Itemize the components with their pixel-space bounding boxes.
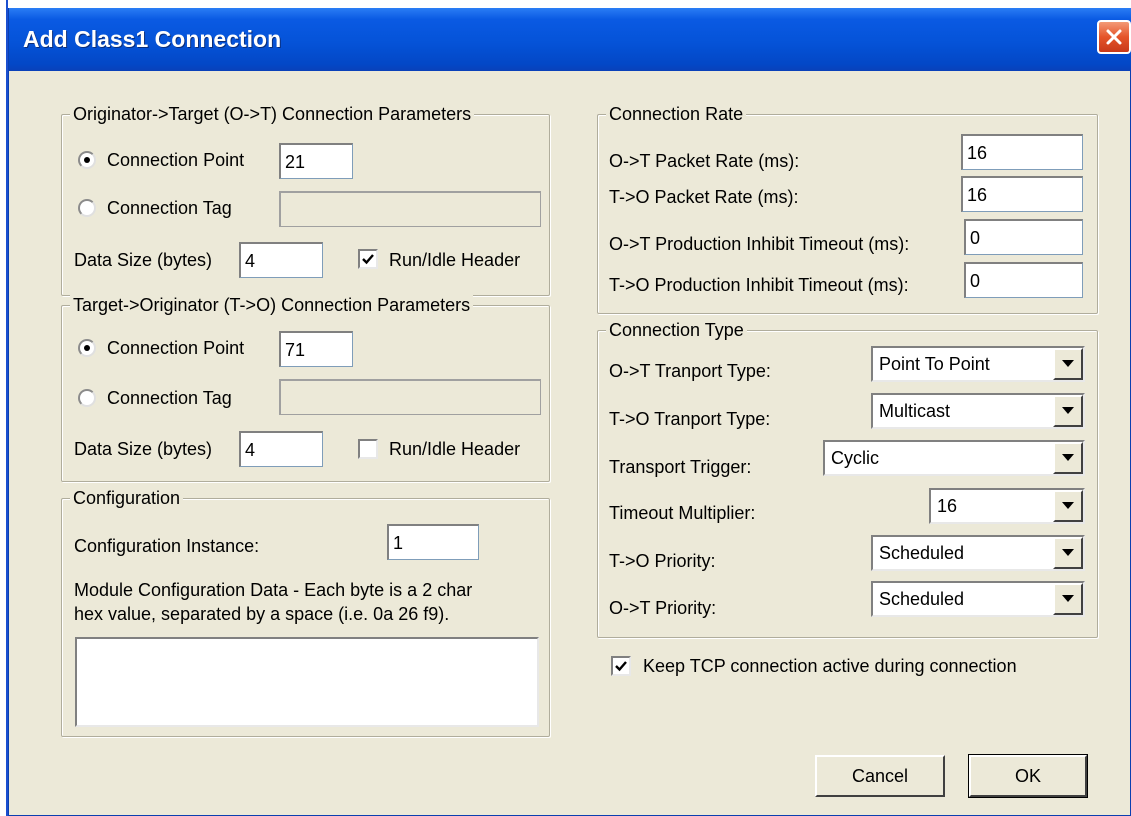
ot-connection-point-radio[interactable]: [78, 151, 96, 169]
ot-transport-type-select[interactable]: Point To Point: [871, 346, 1085, 382]
config-instance-input[interactable]: 1: [387, 524, 479, 560]
title-bar[interactable]: Add Class1 Connection: [9, 8, 1131, 71]
to-connection-point-input[interactable]: 71: [279, 331, 353, 367]
timeout-multiplier-select[interactable]: 16: [929, 488, 1085, 524]
to-packet-rate-label: T->O Packet Rate (ms):: [609, 187, 799, 207]
to-data-size-label: Data Size (bytes): [74, 439, 213, 459]
ot-inhibit-timeout-label: O->T Production Inhibit Timeout (ms):: [609, 234, 910, 254]
ot-priority-label: O->T Priority:: [609, 598, 717, 618]
chevron-down-icon: [1062, 502, 1074, 509]
close-icon: [1106, 29, 1122, 45]
to-run-idle-label: Run/Idle Header: [389, 439, 521, 459]
to-transport-type-value: Multicast: [879, 401, 951, 421]
chevron-down-icon: [1062, 360, 1074, 367]
to-transport-type-select[interactable]: Multicast: [871, 393, 1085, 429]
timeout-multiplier-label: Timeout Multiplier:: [609, 503, 756, 523]
ot-priority-select[interactable]: Scheduled: [871, 581, 1085, 617]
chevron-down-icon: [1062, 454, 1074, 461]
config-data-textarea[interactable]: [75, 637, 539, 727]
to-priority-label: T->O Priority:: [609, 551, 716, 571]
checkmark-icon: [615, 661, 627, 672]
dialog-window: Add Class1 Connection Originator->Target…: [8, 8, 1131, 816]
config-data-label-line1: Module Configuration Data - Each byte is…: [74, 580, 473, 600]
keep-tcp-label: Keep TCP connection active during connec…: [643, 656, 1017, 676]
to-connection-tag-label: Connection Tag: [107, 388, 232, 408]
timeout-multiplier-value: 16: [937, 496, 958, 516]
to-connection-tag-radio[interactable]: [78, 389, 96, 407]
to-packet-rate-input[interactable]: 16: [961, 176, 1083, 212]
cancel-button[interactable]: Cancel: [815, 755, 945, 797]
config-data-label-line2: hex value, separated by a space (i.e. 0a…: [74, 604, 450, 624]
ok-button[interactable]: OK: [968, 754, 1088, 798]
to-transport-type-label: T->O Tranport Type:: [609, 409, 771, 429]
ot-transport-type-dropdown-button[interactable]: [1053, 348, 1083, 380]
ot-connection-tag-radio[interactable]: [78, 199, 96, 217]
ot-packet-rate-label: O->T Packet Rate (ms):: [609, 151, 800, 171]
transport-trigger-select[interactable]: Cyclic: [823, 440, 1085, 476]
chevron-down-icon: [1062, 595, 1074, 602]
connection-type-legend: Connection Type: [606, 319, 747, 341]
ot-run-idle-checkbox[interactable]: [358, 249, 378, 269]
transport-trigger-dropdown-button[interactable]: [1053, 442, 1083, 474]
ot-connection-point-input[interactable]: 21: [279, 143, 353, 179]
to-data-size-input[interactable]: 4: [239, 431, 323, 467]
ot-packet-rate-input[interactable]: 16: [961, 134, 1083, 170]
transport-trigger-value: Cyclic: [831, 448, 879, 468]
ot-priority-dropdown-button[interactable]: [1053, 583, 1083, 615]
to-connection-point-label: Connection Point: [107, 338, 245, 358]
to-priority-value: Scheduled: [879, 543, 965, 563]
close-button[interactable]: [1097, 20, 1131, 54]
ot-priority-value: Scheduled: [879, 589, 965, 609]
ot-connection-point-label: Connection Point: [107, 150, 245, 170]
to-priority-select[interactable]: Scheduled: [871, 535, 1085, 571]
ot-transport-type-value: Point To Point: [879, 354, 990, 374]
ot-transport-type-label: O->T Tranport Type:: [609, 361, 771, 381]
to-connection-tag-input[interactable]: [279, 379, 541, 415]
to-transport-type-dropdown-button[interactable]: [1053, 395, 1083, 427]
transport-trigger-label: Transport Trigger:: [609, 457, 752, 477]
keep-tcp-checkbox[interactable]: [611, 656, 631, 676]
chevron-down-icon: [1062, 407, 1074, 414]
to-connection-point-radio[interactable]: [78, 339, 96, 357]
ot-data-size-label: Data Size (bytes): [74, 250, 213, 270]
ot-params-legend: Originator->Target (O->T) Connection Par…: [70, 103, 475, 125]
ot-data-size-input[interactable]: 4: [239, 242, 323, 278]
connection-rate-legend: Connection Rate: [606, 103, 747, 125]
to-params-legend: Target->Originator (T->O) Connection Par…: [70, 294, 474, 316]
to-inhibit-timeout-input[interactable]: 0: [964, 262, 1083, 298]
ot-run-idle-label: Run/Idle Header: [389, 250, 521, 270]
config-instance-label: Configuration Instance:: [74, 536, 260, 556]
radio-dot: [84, 345, 90, 351]
radio-dot: [84, 157, 90, 163]
ot-connection-tag-input[interactable]: [279, 191, 541, 227]
ot-inhibit-timeout-input[interactable]: 0: [964, 219, 1083, 255]
ot-connection-tag-label: Connection Tag: [107, 198, 232, 218]
configuration-legend: Configuration: [70, 487, 184, 509]
timeout-multiplier-dropdown-button[interactable]: [1053, 490, 1083, 522]
dialog-title: Add Class1 Connection: [23, 26, 282, 52]
checkmark-icon: [362, 254, 374, 265]
chevron-down-icon: [1062, 549, 1074, 556]
left-window-edge: [0, 0, 8, 816]
to-priority-dropdown-button[interactable]: [1053, 537, 1083, 569]
to-inhibit-timeout-label: T->O Production Inhibit Timeout (ms):: [609, 275, 909, 295]
to-run-idle-checkbox[interactable]: [358, 439, 378, 459]
